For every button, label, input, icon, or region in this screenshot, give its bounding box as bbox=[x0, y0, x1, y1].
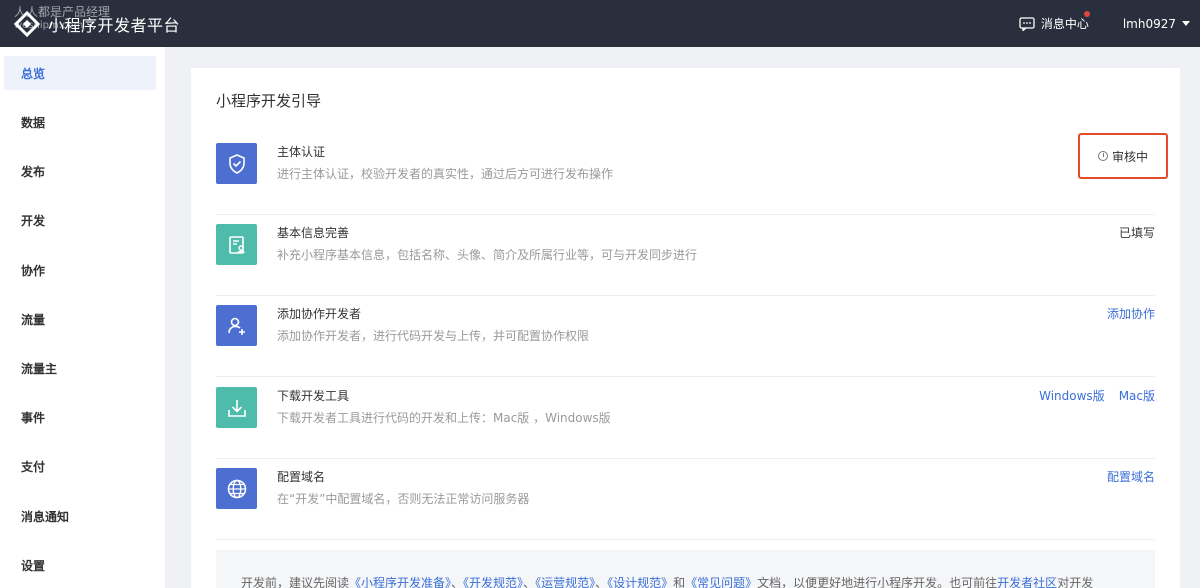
sidebar-item-traffic-owner[interactable]: 流量主 bbox=[4, 351, 156, 385]
download-icon bbox=[216, 387, 257, 428]
watermark-url: woshipm.com bbox=[14, 20, 84, 31]
watermark: 人人都是产品经理 woshipm.com bbox=[14, 6, 110, 32]
sidebar-item-notifications[interactable]: 消息通知 bbox=[4, 499, 156, 533]
watermark-text: 人人都是产品经理 bbox=[14, 5, 111, 19]
sidebar-item-payment[interactable]: 支付 bbox=[4, 449, 156, 483]
sidebar-item-label: 发布 bbox=[21, 164, 46, 179]
sidebar-item-label: 设置 bbox=[21, 558, 46, 573]
message-icon bbox=[1019, 16, 1035, 31]
sidebar-item-label: 流量 bbox=[21, 312, 46, 327]
guide-row-basic-info: 基本信息完善 补充小程序基本信息，包括名称、头像、简介及所属行业等，可与开发同步… bbox=[216, 215, 1155, 296]
add-user-icon bbox=[216, 305, 257, 346]
message-center-label: 消息中心 bbox=[1040, 17, 1089, 31]
sidebar-item-data[interactable]: 数据 bbox=[4, 105, 156, 139]
sidebar-item-label: 事件 bbox=[21, 410, 46, 425]
notice-text: 开发前，建议先阅读 bbox=[241, 576, 350, 588]
notice-text: 、 bbox=[523, 576, 536, 588]
row-title: 添加协作开发者 bbox=[277, 307, 362, 321]
sidebar-item-collaborate[interactable]: 协作 bbox=[4, 253, 156, 287]
shield-check-icon bbox=[216, 143, 257, 184]
row-title: 基本信息完善 bbox=[277, 226, 350, 240]
notice-text: 和 bbox=[673, 576, 686, 588]
sidebar-item-label: 数据 bbox=[21, 115, 46, 130]
dev-guide-card: 小程序开发引导 主体认证 进行主体认证，校验开发者的真实性，通过后方可进行发布操… bbox=[191, 68, 1180, 588]
user-menu[interactable]: lmh0927 bbox=[1123, 17, 1190, 31]
sidebar-item-label: 消息通知 bbox=[21, 509, 70, 524]
chevron-down-icon bbox=[1182, 21, 1190, 26]
notice-text: 、 bbox=[451, 576, 464, 588]
sidebar-item-label: 协作 bbox=[21, 263, 46, 278]
row-title: 配置域名 bbox=[277, 470, 326, 484]
guide-row-configure-domain: 配置域名 在“开发”中配置域名，否则无法正常访问服务器 配置域名 bbox=[216, 459, 1155, 540]
row-description: 在“开发”中配置域名，否则无法正常访问服务器 bbox=[277, 492, 530, 506]
sidebar-item-label: 流量主 bbox=[21, 361, 58, 376]
message-center-button[interactable]: 消息中心 bbox=[1019, 11, 1090, 32]
row-title: 主体认证 bbox=[277, 145, 326, 159]
configure-domain-link[interactable]: 配置域名 bbox=[1107, 468, 1155, 485]
doc-link-dev-prep[interactable]: 《小程序开发准备》 bbox=[349, 576, 451, 588]
top-bar: 小程序开发者平台 人人都是产品经理 woshipm.com 消息中心 lmh09… bbox=[0, 0, 1200, 47]
sidebar-item-events[interactable]: 事件 bbox=[4, 400, 156, 434]
notice-text: 、 bbox=[595, 576, 608, 588]
doc-link-ops-spec[interactable]: 《运营规范》 bbox=[535, 576, 595, 588]
profile-card-icon bbox=[216, 224, 257, 265]
doc-link-faq[interactable]: 《常见问题》 bbox=[685, 576, 757, 588]
notice-text: 对开发 bbox=[1057, 576, 1094, 588]
sidebar-item-overview[interactable]: 总览 bbox=[4, 56, 156, 90]
row-description: 进行主体认证，校验开发者的真实性，通过后方可进行发布操作 bbox=[277, 167, 614, 181]
sidebar-item-traffic[interactable]: 流量 bbox=[4, 302, 156, 336]
globe-icon bbox=[216, 468, 257, 509]
status-text: 审核中 bbox=[1111, 149, 1148, 164]
sidebar-item-publish[interactable]: 发布 bbox=[4, 154, 156, 188]
status-badge-reviewing: 审核中 bbox=[1078, 133, 1168, 179]
download-mac-link[interactable]: Mac版 bbox=[1119, 387, 1155, 404]
download-windows-link[interactable]: Windows版 bbox=[1039, 387, 1105, 404]
sidebar-item-label: 开发 bbox=[21, 213, 46, 228]
row-title: 下载开发工具 bbox=[277, 389, 350, 403]
guide-row-download-tools: 下载开发工具 下载开发者工具进行代码的开发和上传：Mac版 ，Windows版 … bbox=[216, 378, 1155, 459]
guide-row-entity-verification: 主体认证 进行主体认证，校验开发者的真实性，通过后方可进行发布操作 审核中 bbox=[216, 133, 1168, 215]
row-description: 添加协作开发者，进行代码开发与上传，并可配置协作权限 bbox=[277, 329, 590, 343]
username: lmh0927 bbox=[1122, 16, 1176, 31]
doc-link-design-spec[interactable]: 《设计规范》 bbox=[607, 576, 673, 588]
guide-row-add-collaborator: 添加协作开发者 添加协作开发者，进行代码开发与上传，并可配置协作权限 添加协作 bbox=[216, 296, 1155, 377]
sidebar-item-label: 总览 bbox=[21, 66, 46, 81]
sidebar-item-label: 支付 bbox=[21, 459, 46, 474]
notice-text: 文档，以便更好地进行小程序开发。也可前往 bbox=[757, 576, 998, 588]
sidebar: 总览 数据 发布 开发 协作 流量 流量主 事件 支付 消息通知 设置 bbox=[0, 47, 165, 588]
row-description: 下载开发者工具进行代码的开发和上传：Mac版 ，Windows版 bbox=[277, 411, 611, 425]
reading-notice: 开发前，建议先阅读《小程序开发准备》、《开发规范》、《运营规范》、《设计规范》和… bbox=[216, 550, 1155, 588]
add-collaborator-link[interactable]: 添加协作 bbox=[1107, 305, 1155, 322]
status-text: 已填写 bbox=[1118, 226, 1155, 240]
row-description: 补充小程序基本信息，包括名称、头像、简介及所属行业等，可与开发同步进行 bbox=[277, 248, 698, 262]
developer-community-link[interactable]: 开发者社区 bbox=[997, 576, 1057, 588]
unread-dot bbox=[1083, 11, 1090, 17]
page-title: 小程序开发引导 bbox=[216, 92, 322, 110]
sidebar-item-develop[interactable]: 开发 bbox=[4, 203, 156, 237]
doc-link-dev-spec[interactable]: 《开发规范》 bbox=[463, 576, 523, 588]
clock-icon bbox=[1097, 151, 1108, 161]
sidebar-item-settings[interactable]: 设置 bbox=[4, 548, 156, 582]
